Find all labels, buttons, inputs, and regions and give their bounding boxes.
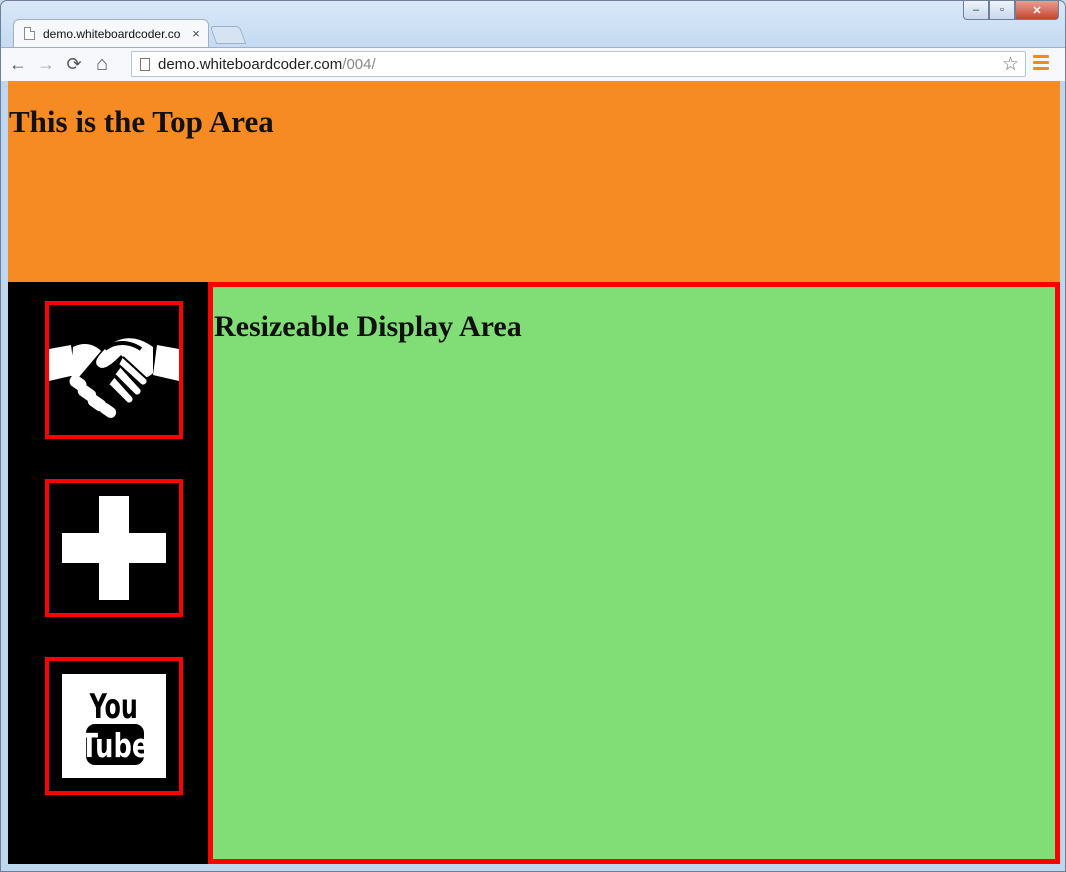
plus-link[interactable] <box>45 479 183 617</box>
home-button[interactable]: ⌂ <box>91 53 113 75</box>
top-area: This is the Top Area <box>8 81 1060 282</box>
new-tab-button[interactable] <box>209 26 247 44</box>
handshake-icon <box>49 338 179 418</box>
youtube-icon: You Tube <box>62 674 166 778</box>
forward-button[interactable]: → <box>35 53 57 75</box>
back-button[interactable]: ← <box>7 53 29 75</box>
plus-icon <box>62 496 166 600</box>
page-icon <box>140 57 150 71</box>
browser-tab[interactable]: demo.whiteboardcoder.co × <box>13 19 209 47</box>
tab-title: demo.whiteboardcoder.co <box>43 26 181 41</box>
browser-window: demo.whiteboardcoder.co × – ▫ ✕ ← → ⟳ ⌂ … <box>0 0 1066 872</box>
reload-button[interactable]: ⟳ <box>63 53 85 75</box>
maximize-button[interactable]: ▫ <box>989 1 1015 20</box>
display-area: Resizeable Display Area <box>208 282 1060 864</box>
browser-toolbar: ← → ⟳ ⌂ demo.whiteboardcoder.com/004/ ☆ <box>1 47 1065 81</box>
youtube-tube-text: Tube <box>80 727 149 765</box>
window-controls: – ▫ ✕ <box>963 1 1059 20</box>
top-area-title: This is the Top Area <box>9 104 274 139</box>
address-bar[interactable]: demo.whiteboardcoder.com/004/ ☆ <box>131 51 1026 77</box>
sidebar: You Tube <box>8 282 208 864</box>
page-icon <box>24 27 35 40</box>
display-area-title: Resizeable Display Area <box>214 310 522 343</box>
close-window-button[interactable]: ✕ <box>1015 1 1059 20</box>
chrome-menu-button[interactable] <box>1033 55 1049 73</box>
url-host: demo.whiteboardcoder.com <box>158 55 343 73</box>
youtube-link[interactable]: You Tube <box>45 657 183 795</box>
url-path: /004/ <box>342 55 376 73</box>
bookmark-star-icon[interactable]: ☆ <box>1002 53 1019 76</box>
page-viewport: This is the Top Area You Tube Resizeable… <box>8 81 1060 864</box>
tab-close-icon[interactable]: × <box>190 26 202 41</box>
youtube-you-text: You <box>89 688 138 727</box>
handshake-link[interactable] <box>45 301 183 439</box>
minimize-button[interactable]: – <box>963 1 989 20</box>
